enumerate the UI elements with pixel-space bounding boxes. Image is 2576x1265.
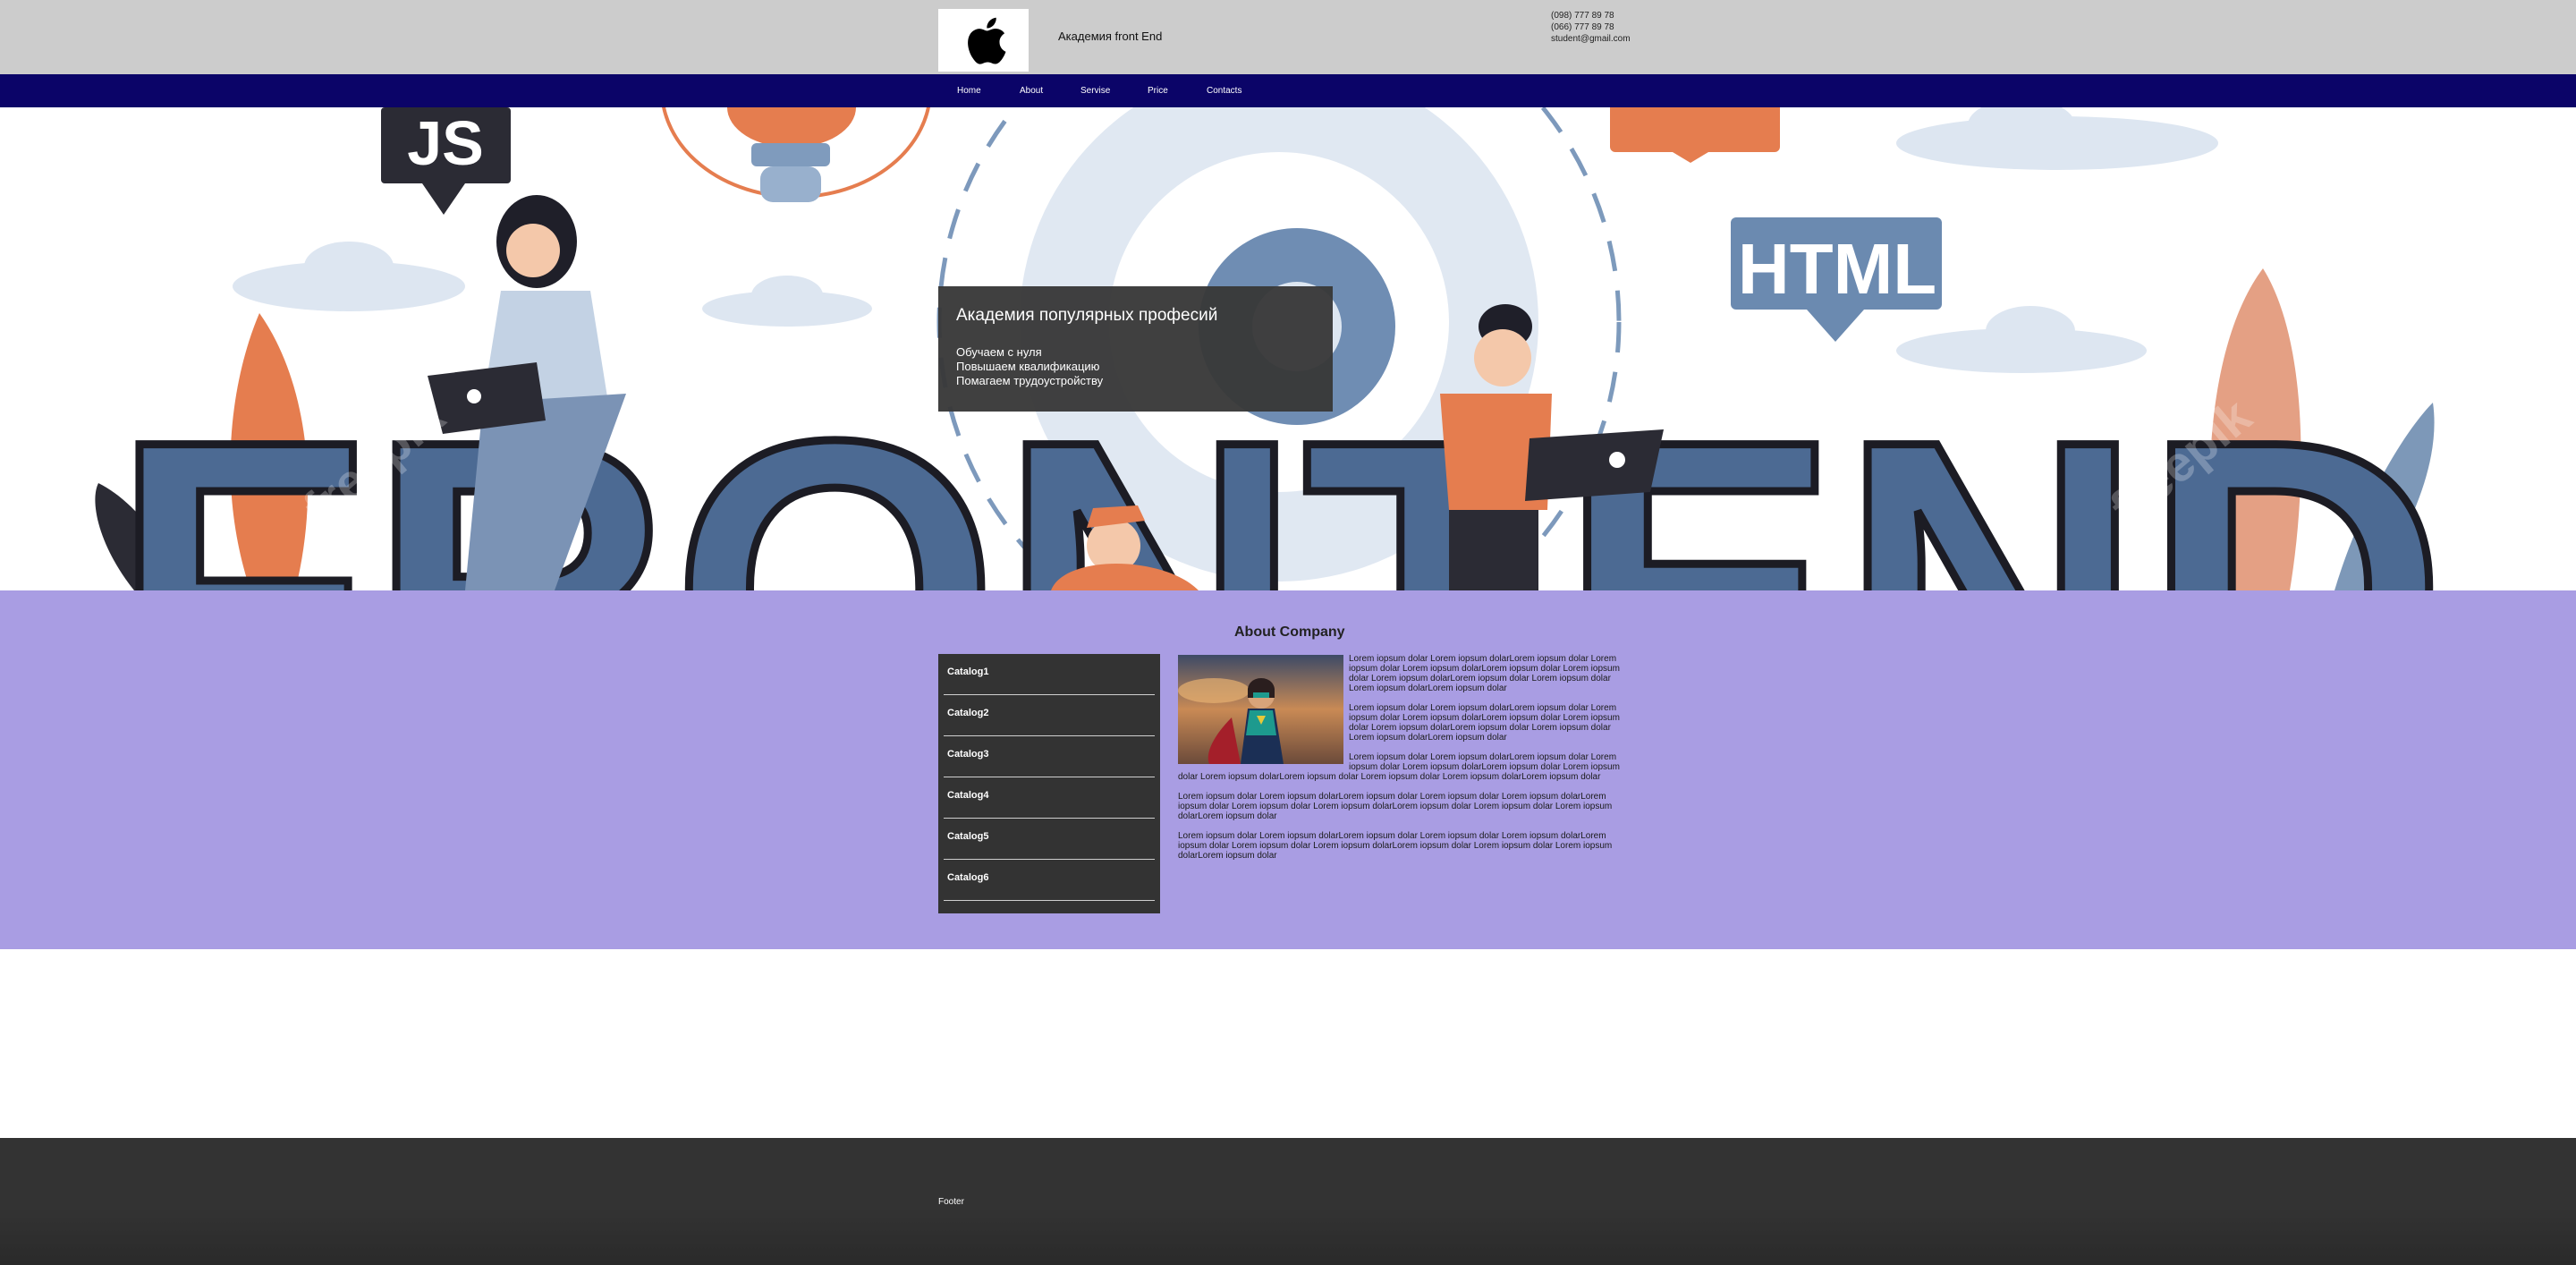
html-badge: HTML xyxy=(1731,217,1942,342)
svg-text:JS: JS xyxy=(407,108,484,178)
nav-price[interactable]: Price xyxy=(1148,86,1168,96)
about-paragraph: Lorem iopsum dolar Lorem iopsum dolarLor… xyxy=(1178,831,1613,861)
hero-line-1: Обучаем с нуля xyxy=(956,345,1042,359)
hero-banner: JS HTML FRONTEND freepik freepik Академи… xyxy=(0,107,2576,590)
catalog-item-1[interactable]: Catalog1 xyxy=(944,654,1155,695)
catalog-menu: Catalog1 Catalog2 Catalog3 Catalog4 Cata… xyxy=(938,654,1160,913)
hero-title: Академия популярных професий xyxy=(956,306,1218,325)
hero-line-3: Помагаем трудоустройству xyxy=(956,374,1104,387)
nav-servise[interactable]: Servise xyxy=(1080,86,1110,96)
site-title: Академия front End xyxy=(1058,30,1163,43)
footer-text: Footer xyxy=(938,1197,964,1207)
nav-about[interactable]: About xyxy=(1020,86,1043,96)
catalog-item-3[interactable]: Catalog3 xyxy=(944,736,1155,777)
catalog-item-5[interactable]: Catalog5 xyxy=(944,819,1155,860)
catalog-item-6[interactable]: Catalog6 xyxy=(944,860,1155,901)
about-section: About Company Catalog1 Catalog2 Catalog3… xyxy=(0,590,2576,949)
catalog-item-4[interactable]: Catalog4 xyxy=(944,777,1155,819)
about-title: About Company xyxy=(1234,624,1345,640)
contact-info: (098) 777 89 78 (066) 777 89 78 student@… xyxy=(1551,10,1631,45)
phone-1[interactable]: (098) 777 89 78 xyxy=(1551,10,1631,21)
apple-logo-icon xyxy=(967,17,1005,64)
catalog-item-2[interactable]: Catalog2 xyxy=(944,695,1155,736)
nav-home[interactable]: Home xyxy=(957,86,981,96)
main-nav: Home About Servise Price Contacts xyxy=(0,74,2576,107)
lightbulb-icon xyxy=(662,107,930,202)
hero-line-2: Повышаем квалификацию xyxy=(956,360,1100,373)
speech-bubble-icon xyxy=(1610,107,1780,163)
phone-2[interactable]: (066) 777 89 78 xyxy=(1551,21,1631,33)
about-text: Lorem iopsum dolar Lorem iopsum dolarLor… xyxy=(1178,654,1623,870)
hero-card: Академия популярных професий Обучаем с н… xyxy=(938,286,1333,412)
nav-contacts[interactable]: Contacts xyxy=(1207,86,1241,96)
about-paragraph: Lorem iopsum dolar Lorem iopsum dolarLor… xyxy=(1178,792,1613,821)
footer: Footer xyxy=(0,1138,2576,1265)
js-badge: JS xyxy=(381,107,511,215)
svg-text:HTML: HTML xyxy=(1738,229,1936,309)
logo[interactable] xyxy=(938,9,1029,72)
top-header: Академия front End (098) 777 89 78 (066)… xyxy=(0,0,2576,74)
email-link[interactable]: student@gmail.com xyxy=(1551,33,1631,45)
